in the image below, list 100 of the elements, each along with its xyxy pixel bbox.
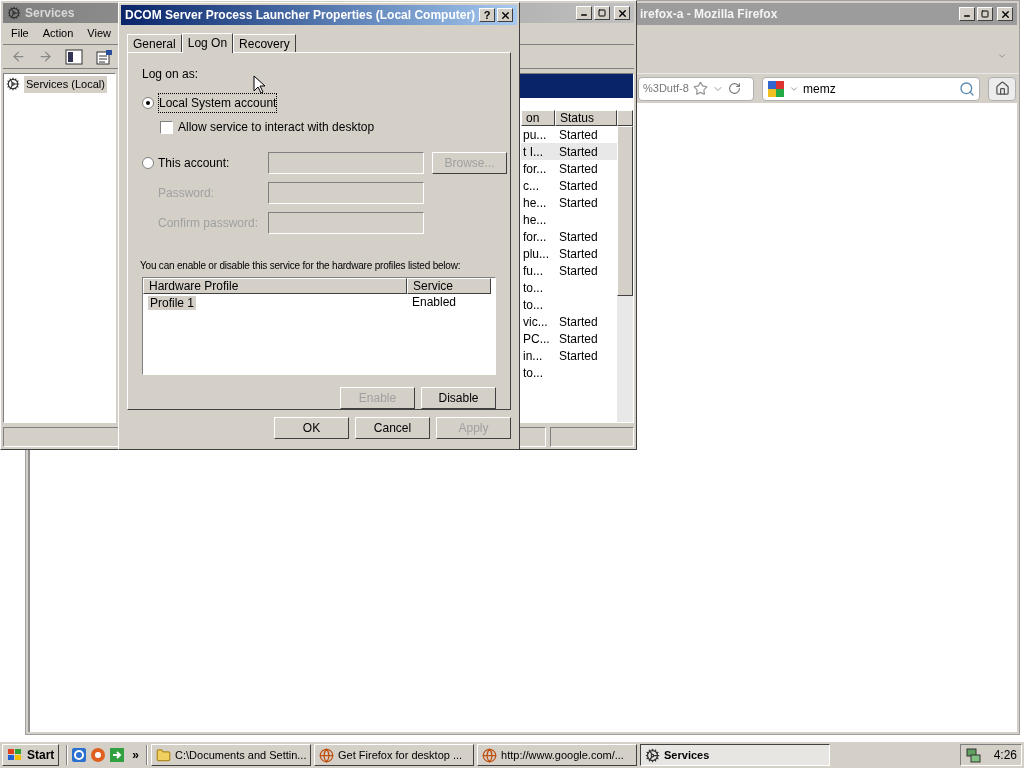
search-text: memz xyxy=(803,80,837,98)
task-button[interactable]: Services xyxy=(640,744,831,766)
table-cell-text: to... xyxy=(522,364,544,382)
globe-icon xyxy=(319,747,335,763)
scrollbar[interactable] xyxy=(617,110,633,422)
table-cell-text: Started xyxy=(558,126,598,144)
gear-icon xyxy=(7,6,21,20)
window-title: irefox-a - Mozilla Firefox xyxy=(640,6,778,23)
column-header[interactable]: Hardware Profile xyxy=(143,278,407,294)
close-button[interactable] xyxy=(997,7,1013,21)
table-cell-text: Enabled xyxy=(411,294,458,311)
table-cell-text: t I... xyxy=(522,143,544,161)
start-button[interactable]: Start xyxy=(2,744,60,766)
list-row[interactable]: fu... Started xyxy=(521,262,617,279)
task-button[interactable]: http://www.google.com/... xyxy=(477,744,638,766)
window-title: Services xyxy=(25,5,75,22)
radio-label[interactable]: Local System account xyxy=(158,93,278,113)
column-header[interactable]: on xyxy=(521,110,555,126)
list-row[interactable]: for... Started xyxy=(521,228,617,245)
properties-icon[interactable] xyxy=(95,48,113,65)
close-button[interactable] xyxy=(614,6,630,20)
close-icon xyxy=(616,7,628,19)
help-button[interactable]: ? xyxy=(479,8,495,22)
browser-icon[interactable] xyxy=(71,747,88,763)
close-icon xyxy=(499,9,511,21)
table-cell-text: Started xyxy=(558,177,598,195)
table-cell-text: Started xyxy=(558,347,598,365)
reload-icon[interactable] xyxy=(727,82,741,95)
list-row[interactable]: to... xyxy=(521,279,617,296)
mouse-pointer-icon xyxy=(253,75,265,94)
radio-button[interactable] xyxy=(142,157,154,169)
clock: 4:26 xyxy=(993,747,1017,764)
list-row[interactable]: pu... Started xyxy=(521,126,617,143)
search-field[interactable]: memz xyxy=(762,76,980,101)
search-icon[interactable] xyxy=(959,80,975,97)
radio-button[interactable] xyxy=(142,97,154,109)
profiles-note: You can enable or disable this service for the hardware profiles listed below: xyxy=(140,259,461,273)
more-button[interactable]: » xyxy=(128,746,144,764)
password-field[interactable] xyxy=(268,212,424,234)
maximize-icon xyxy=(981,10,989,18)
network-icon[interactable] xyxy=(965,747,981,763)
list-row[interactable]: c... Started xyxy=(521,177,617,194)
maximize-icon xyxy=(598,9,606,17)
table-cell-text: he... xyxy=(522,211,548,229)
table-cell-text: Started xyxy=(558,194,598,212)
maximize-button[interactable] xyxy=(977,7,993,21)
list-row[interactable]: to... xyxy=(521,364,617,381)
checkbox[interactable] xyxy=(160,120,173,134)
checkbox-label[interactable]: Allow service to interact with desktop xyxy=(178,118,375,136)
column-header[interactable]: Status xyxy=(555,110,617,126)
list-row[interactable]: in... Started xyxy=(521,347,617,364)
minimize-button[interactable] xyxy=(576,6,592,20)
radio-label[interactable]: This account: xyxy=(158,154,230,172)
url-field[interactable]: %3Dutf-8 xyxy=(638,76,754,101)
list-row[interactable]: PC... Started xyxy=(521,330,617,347)
star-icon[interactable] xyxy=(692,81,708,96)
table-cell-text: PC... xyxy=(522,330,551,348)
task-button[interactable]: C:\Documents and Settin... xyxy=(151,744,312,766)
globe-icon xyxy=(482,747,498,763)
table-cell-text: Started xyxy=(558,160,598,178)
list-row[interactable]: he... Started xyxy=(521,194,617,211)
account-field[interactable] xyxy=(268,152,424,174)
close-icon xyxy=(999,8,1011,20)
dialog-button[interactable]: Cancel xyxy=(355,417,430,439)
panel-icon[interactable] xyxy=(65,48,83,65)
target-icon[interactable] xyxy=(90,747,107,763)
table-cell-text: plu... xyxy=(522,245,550,263)
menu-item[interactable]: File xyxy=(11,25,29,42)
window-title: DCOM Server Process Launcher Properties (Local Computer) xyxy=(125,7,476,24)
gear-icon xyxy=(6,77,20,92)
color-blocks-icon[interactable] xyxy=(767,79,785,98)
table-cell-text: in... xyxy=(522,347,544,365)
tab[interactable]: Log On xyxy=(181,33,234,53)
tree-item[interactable]: Services (Local) xyxy=(24,76,107,93)
minimize-button[interactable] xyxy=(959,7,975,21)
list-row[interactable]: plu... Started xyxy=(521,245,617,262)
dialog-button[interactable]: Disable xyxy=(421,387,496,409)
list-row[interactable]: for... Started xyxy=(521,160,617,177)
maximize-button[interactable] xyxy=(594,6,610,20)
url-text: %3Dutf-8 xyxy=(643,81,689,97)
menu-item[interactable]: View xyxy=(87,25,111,42)
list-row[interactable]: t I... Started xyxy=(521,143,617,160)
home-button[interactable] xyxy=(988,76,1016,101)
list-row[interactable]: to... xyxy=(521,296,617,313)
list-item[interactable]: Profile 1 xyxy=(148,296,197,310)
task-button[interactable]: Get Firefox for desktop ... xyxy=(314,744,475,766)
home-icon xyxy=(994,81,1010,96)
menu-item[interactable]: Action xyxy=(42,25,74,42)
gear-icon xyxy=(645,747,661,763)
section-label: Log on as: xyxy=(142,66,200,83)
dialog-button[interactable]: OK xyxy=(274,417,349,439)
table-cell-text: for... xyxy=(522,228,548,246)
password-field[interactable] xyxy=(268,182,424,204)
minimize-icon xyxy=(963,12,971,20)
table-cell-text: Started xyxy=(558,245,598,263)
list-row[interactable]: vic... Started xyxy=(521,313,617,330)
list-row[interactable]: he... xyxy=(521,211,617,228)
column-header[interactable]: Service xyxy=(407,278,491,294)
close-button[interactable] xyxy=(497,8,513,22)
table-cell-text: for... xyxy=(522,160,548,178)
